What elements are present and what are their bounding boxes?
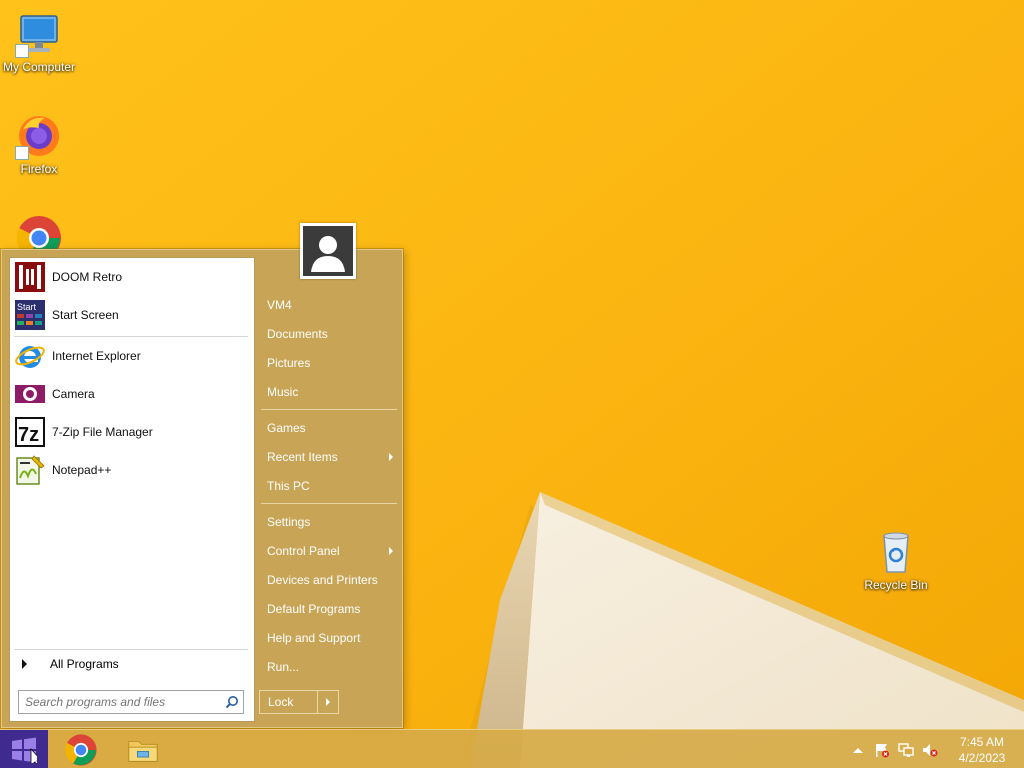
start-button[interactable]: [0, 730, 48, 768]
firefox-icon: [15, 112, 63, 160]
volume-muted-icon[interactable]: [922, 742, 938, 758]
file-explorer-icon: [128, 740, 158, 762]
notepadpp-icon: [14, 454, 46, 486]
recycle-bin-icon: [872, 528, 920, 576]
show-hidden-icons-icon[interactable]: [850, 742, 866, 758]
right-item-this-pc[interactable]: This PC: [259, 474, 399, 498]
program-label: 7-Zip File Manager: [52, 425, 153, 439]
program-item-7zip[interactable]: 7z 7-Zip File Manager: [14, 414, 250, 450]
right-item-settings[interactable]: Settings: [259, 510, 399, 534]
desktop-icon-label: My Computer: [2, 60, 76, 74]
program-label: DOOM Retro: [52, 270, 123, 284]
right-item-games[interactable]: Games: [259, 416, 399, 440]
program-label: Internet Explorer: [52, 349, 141, 363]
right-item-label: Control Panel: [267, 544, 340, 558]
7zip-icon: 7z: [14, 416, 46, 448]
camera-icon: [14, 378, 46, 410]
power-options-arrow-button[interactable]: [318, 691, 338, 713]
right-item-default-programs[interactable]: Default Programs: [259, 597, 399, 621]
right-item-label: Games: [267, 421, 306, 435]
program-item-notepadpp[interactable]: Notepad++: [14, 452, 250, 488]
program-item-start-screen[interactable]: Start Start Screen: [14, 297, 250, 333]
user-avatar[interactable]: [300, 223, 356, 279]
right-item-help-and-support[interactable]: Help and Support: [259, 626, 399, 650]
arrow-right-icon: [326, 698, 330, 706]
search-input[interactable]: [19, 692, 221, 712]
program-item-internet-explorer[interactable]: Internet Explorer: [14, 338, 250, 374]
program-item-doom-retro[interactable]: DOOM Retro: [14, 259, 250, 295]
user-avatar-icon: [303, 226, 353, 276]
submenu-arrow-icon: [389, 453, 393, 461]
all-programs-separator: [14, 649, 248, 650]
right-item-vm4[interactable]: VM4: [259, 293, 399, 317]
chrome-icon: [65, 733, 97, 766]
search-box[interactable]: [18, 690, 244, 714]
action-center-flag-icon[interactable]: [874, 742, 890, 758]
desktop-icon-recycle-bin[interactable]: Recycle Bin: [856, 528, 936, 592]
right-item-label: Music: [267, 385, 299, 399]
right-item-devices-and-printers[interactable]: Devices and Printers: [259, 568, 399, 592]
desktop-icon-my-computer[interactable]: My Computer: [0, 10, 79, 74]
arrow-right-icon: [22, 659, 27, 669]
taskbar-app-file-explorer[interactable]: [118, 732, 168, 767]
desktop-icon-label: Recycle Bin: [864, 578, 928, 592]
taskbar-clock[interactable]: 7:45 AM 4/2/2023: [950, 734, 1014, 766]
right-item-label: Devices and Printers: [267, 573, 378, 587]
right-item-documents[interactable]: Documents: [259, 322, 399, 346]
right-item-control-panel[interactable]: Control Panel: [259, 539, 399, 563]
clock-time: 7:45 AM: [959, 735, 1005, 749]
right-pane-separator: [261, 503, 397, 504]
program-label: Camera: [52, 387, 95, 401]
submenu-arrow-icon: [389, 547, 393, 555]
start-menu: DOOM Retro Start Start Screen Internet E…: [1, 249, 403, 728]
right-item-label: VM4: [267, 298, 292, 312]
programs-separator: [14, 336, 248, 337]
right-item-label: Documents: [267, 327, 328, 341]
all-programs-label: All Programs: [50, 657, 119, 671]
start-screen-icon: Start: [14, 299, 46, 331]
doom-retro-icon: [14, 261, 46, 293]
svg-text:Start: Start: [17, 302, 37, 312]
windows-logo-icon: [12, 737, 37, 763]
taskbar: 7:45 AM 4/2/2023: [0, 729, 1024, 768]
shortcut-arrow-icon: [15, 146, 29, 160]
lock-label: Lock: [260, 691, 318, 713]
program-label: Notepad++: [52, 463, 112, 477]
right-item-label: This PC: [267, 479, 310, 493]
right-item-label: Default Programs: [267, 602, 361, 616]
right-item-label: Settings: [267, 515, 311, 529]
right-item-label: Help and Support: [267, 631, 361, 645]
program-item-camera[interactable]: Camera: [14, 376, 250, 412]
right-item-label: Recent Items: [267, 450, 338, 464]
right-item-recent-items[interactable]: Recent Items: [259, 445, 399, 469]
internet-explorer-icon: [14, 340, 46, 372]
start-menu-programs-pane: DOOM Retro Start Start Screen Internet E…: [9, 257, 255, 722]
network-icon[interactable]: [898, 742, 914, 758]
right-item-label: Pictures: [267, 356, 311, 370]
right-item-music[interactable]: Music: [259, 380, 399, 404]
svg-text:7z: 7z: [18, 424, 39, 446]
shortcut-arrow-icon: [15, 44, 29, 58]
taskbar-app-chrome[interactable]: [56, 732, 106, 767]
all-programs-button[interactable]: All Programs: [14, 654, 250, 674]
lock-button[interactable]: Lock: [259, 690, 339, 714]
desktop-icon-label: Firefox: [20, 162, 58, 176]
right-item-run[interactable]: Run...: [259, 655, 399, 679]
right-item-pictures[interactable]: Pictures: [259, 351, 399, 375]
my-computer-icon: [15, 10, 63, 58]
desktop-icon-firefox[interactable]: Firefox: [0, 112, 79, 176]
search-icon[interactable]: [221, 691, 243, 713]
right-pane-separator: [261, 409, 397, 410]
right-item-label: Run...: [267, 660, 300, 674]
program-label: Start Screen: [52, 308, 119, 322]
clock-date: 4/2/2023: [958, 751, 1006, 765]
